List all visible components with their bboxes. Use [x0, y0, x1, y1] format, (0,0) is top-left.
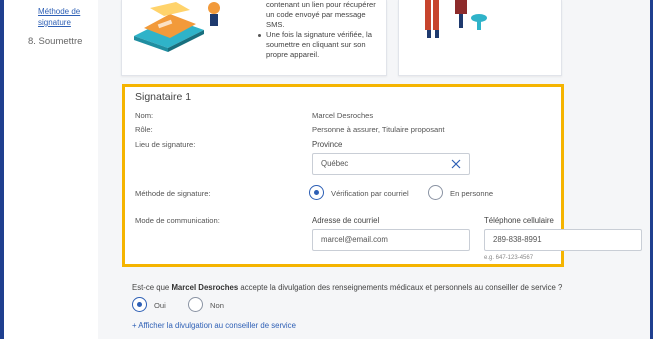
- phone-hint: e.g. 647-123-4567: [484, 255, 534, 261]
- name-value: Marcel Desroches: [312, 111, 374, 120]
- phone-label: Téléphone cellulaire: [484, 216, 554, 225]
- sidebar-link-signature-method-line2[interactable]: signature: [38, 18, 71, 28]
- disclosure-yes-label: Oui: [154, 301, 166, 310]
- communication-mode-label: Mode de communication:: [135, 216, 220, 225]
- name-label: Nom:: [135, 111, 154, 120]
- email-label: Adresse de courriel: [312, 216, 380, 225]
- role-value: Personne à assurer, Titulaire proposant: [312, 125, 445, 134]
- show-disclosure-link[interactable]: + Afficher la divulgation au conseiller …: [132, 321, 296, 330]
- sidebar-link-signature-method[interactable]: Méthode de: [38, 7, 80, 17]
- card-bullet-list: Une fois la signature vérifiée, la soumet…: [256, 30, 386, 60]
- signer-panel: Signataire 1 Nom: Marcel Desroches Rôle:…: [122, 84, 642, 267]
- email-input[interactable]: marcel@email.com: [312, 229, 470, 251]
- disclosure-question: Est-ce que Marcel Desroches accepte la d…: [132, 283, 563, 292]
- sidebar: Méthode de signature 8. Soumettre: [4, 0, 98, 339]
- signing-method-label: Méthode de signature:: [135, 189, 211, 198]
- method-in-person-radio[interactable]: [428, 185, 443, 200]
- card-text: contenant un lien pour récupérer un code…: [256, 0, 386, 60]
- sidebar-step-submit[interactable]: 8. Soumettre: [28, 36, 82, 47]
- method-in-person-label: En personne: [450, 189, 494, 198]
- signer-title: Signataire 1: [135, 91, 192, 103]
- clear-icon[interactable]: [451, 159, 461, 169]
- signing-place-label: Lieu de signature:: [135, 140, 196, 149]
- province-select[interactable]: Québec: [312, 153, 470, 175]
- phone-input[interactable]: 289-838-8991: [484, 229, 642, 251]
- people-illustration-icon: [425, 0, 487, 38]
- disclosure-no-radio[interactable]: [188, 297, 203, 312]
- info-card-in-person: [398, 0, 562, 76]
- method-email-radio[interactable]: [309, 185, 324, 200]
- disclosure-no-label: Non: [210, 301, 224, 310]
- province-label: Province: [312, 140, 343, 149]
- role-label: Rôle:: [135, 125, 153, 134]
- method-email-label: Vérification par courriel: [331, 189, 409, 198]
- disclosure-yes-radio[interactable]: [132, 297, 147, 312]
- device-illustration-icon: [134, 2, 220, 52]
- info-card-email: contenant un lien pour récupérer un code…: [121, 0, 387, 76]
